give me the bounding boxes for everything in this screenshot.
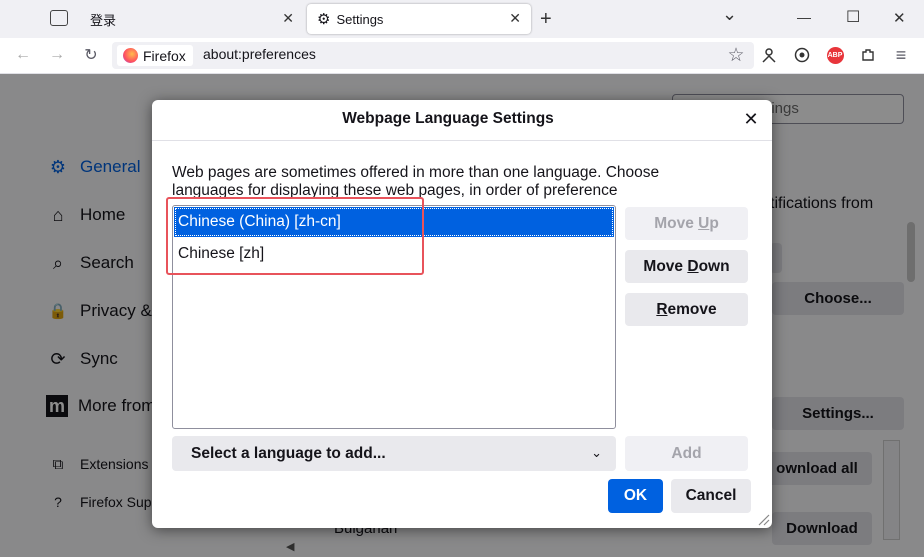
move-up-label: Move Up — [654, 214, 719, 232]
tab-login-title: 登录 — [90, 12, 117, 28]
dialog-close-icon[interactable]: ✕ — [740, 108, 762, 130]
app-menu-icon[interactable]: ≡ — [889, 44, 913, 66]
add-label: Add — [671, 444, 702, 462]
chevron-down-icon: ⌄ — [591, 445, 602, 460]
remove-label: Remove — [656, 300, 717, 318]
remove-button[interactable]: Remove — [625, 293, 748, 326]
identity-label: Firefox — [143, 47, 186, 64]
firefox-logo-icon — [123, 48, 138, 63]
adblock-plus-icon[interactable]: ABP — [823, 44, 847, 66]
resize-grip-icon[interactable] — [756, 512, 770, 526]
list-tabs-chevron-icon[interactable]: ⌄ — [722, 4, 737, 25]
highlight-annotation-box — [166, 197, 424, 275]
cancel-button[interactable]: Cancel — [671, 479, 751, 513]
forward-arrow-icon[interactable]: → — [45, 44, 69, 66]
url-text[interactable]: about:preferences — [203, 46, 316, 62]
account-icon[interactable] — [757, 44, 781, 66]
extension-shield-icon[interactable] — [790, 44, 814, 66]
ok-button[interactable]: OK — [608, 479, 663, 513]
identity-box[interactable]: Firefox — [117, 45, 193, 66]
add-button[interactable]: Add — [625, 436, 748, 471]
move-down-label: Move Down — [643, 257, 730, 275]
back-arrow-icon[interactable]: ← — [11, 44, 35, 66]
extensions-puzzle-icon[interactable] — [856, 44, 880, 66]
tab-settings-title: Settings — [336, 11, 384, 27]
move-down-button[interactable]: Move Down — [625, 250, 748, 283]
tab-settings-close-icon[interactable]: ✕ — [509, 10, 521, 27]
tab-strip: 登录 ✕ ⚙ Settings ✕ + ⌄ — ☐ ✕ — [0, 0, 924, 38]
tab-login-close-icon[interactable]: ✕ — [282, 10, 294, 27]
add-language-select[interactable]: Select a language to add... ⌄ — [172, 436, 616, 471]
add-language-select-label: Select a language to add... — [191, 444, 386, 462]
reload-icon[interactable]: ↻ — [79, 44, 103, 66]
dialog-title: Webpage Language Settings — [342, 110, 554, 127]
tab-login[interactable]: 登录 ✕ — [80, 4, 304, 34]
move-up-button[interactable]: Move Up — [625, 207, 748, 240]
close-window-button[interactable]: ✕ — [893, 9, 906, 27]
maximize-button[interactable]: ☐ — [846, 7, 860, 27]
new-tab-button[interactable]: + — [540, 8, 552, 31]
gear-icon: ⚙ — [317, 11, 331, 28]
dialog-description: Web pages are sometimes offered in more … — [172, 164, 660, 199]
bookmark-star-icon[interactable]: ☆ — [724, 44, 748, 66]
tab-settings[interactable]: ⚙ Settings ✕ — [307, 4, 531, 34]
tab-overview-icon[interactable] — [50, 10, 68, 26]
dialog-divider — [152, 140, 772, 141]
minimize-button[interactable]: — — [797, 9, 811, 25]
